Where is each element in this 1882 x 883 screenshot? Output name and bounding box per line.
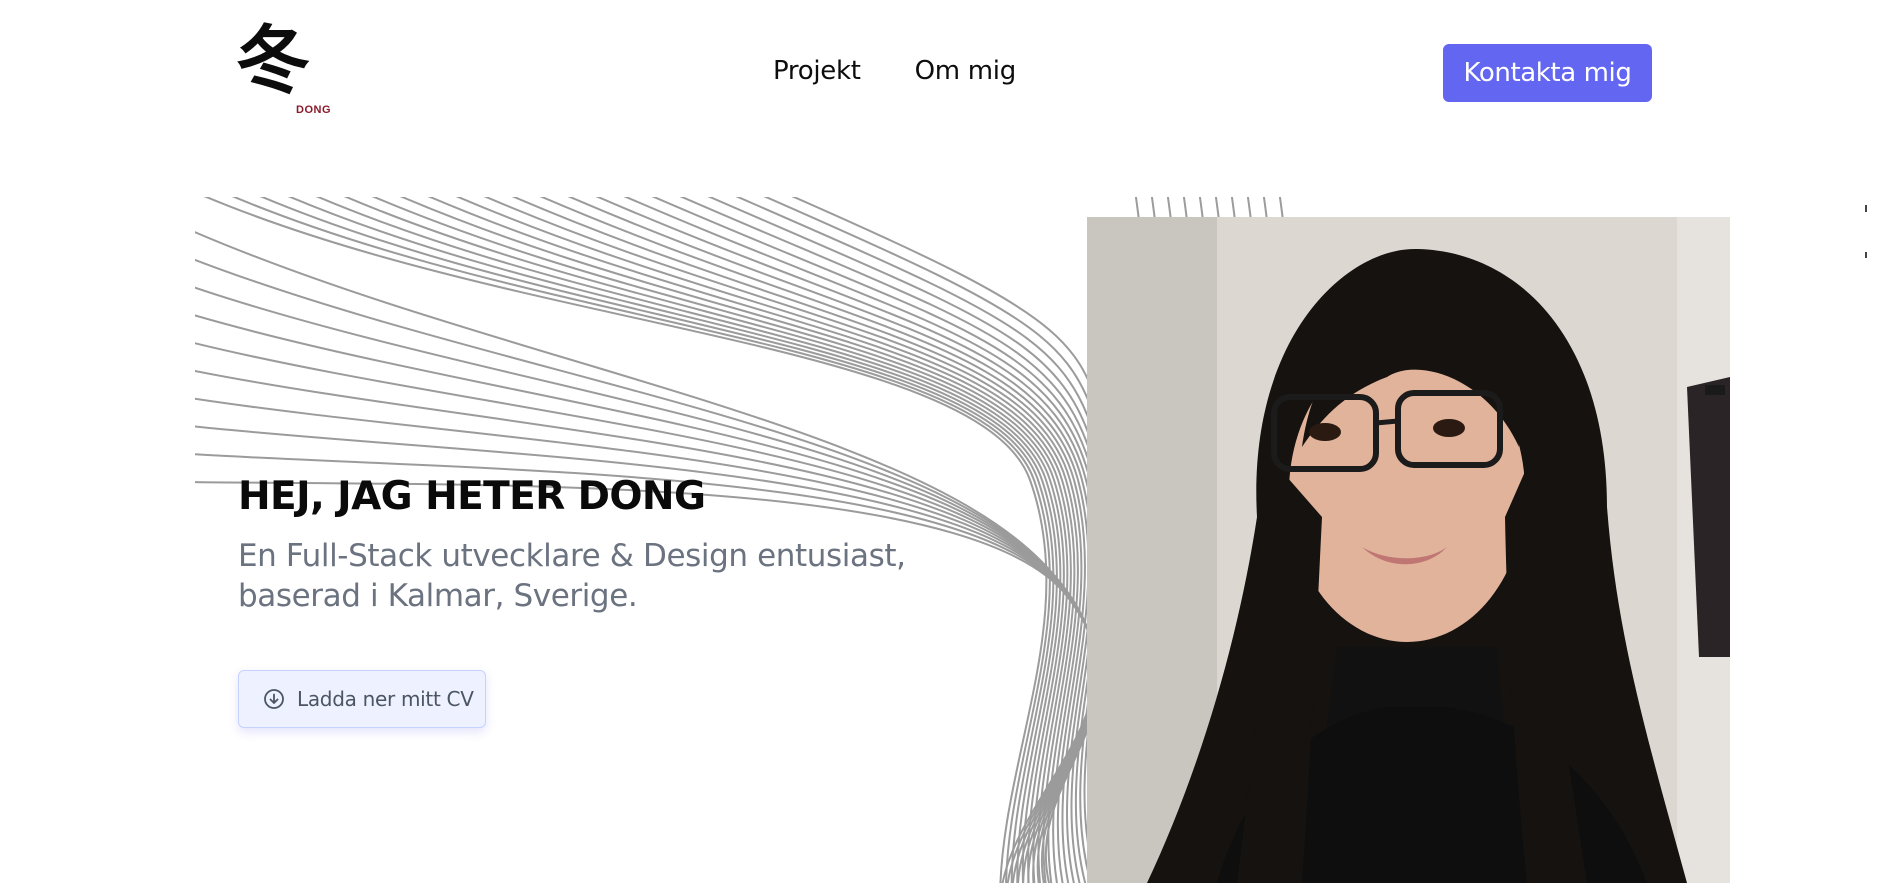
download-cv-label: Ladda ner mitt CV	[297, 687, 474, 711]
wave-line	[1230, 197, 1236, 217]
wave-line	[1214, 197, 1220, 217]
wave-line	[1166, 197, 1172, 217]
site-header: 冬 DONG Projekt Om mig Kontakta mig	[0, 0, 1882, 150]
edge-decoration	[1865, 205, 1867, 258]
nav-link-projekt[interactable]: Projekt	[773, 56, 861, 86]
contact-button[interactable]: Kontakta mig	[1443, 44, 1652, 102]
wave-line	[1182, 197, 1188, 217]
wave-line	[1150, 197, 1156, 217]
logo-glyph: 冬	[236, 18, 310, 104]
hero-subtitle-line-2: baserad i Kalmar, Sverige.	[238, 578, 638, 614]
logo-wordmark: DONG	[296, 104, 331, 116]
main-nav: Projekt Om mig	[773, 56, 1016, 86]
nav-link-om-mig[interactable]: Om mig	[915, 56, 1017, 86]
wave-line	[1262, 197, 1268, 217]
hero-subtitle: En Full-Stack utvecklare & Design entusi…	[238, 536, 938, 616]
wave-line	[195, 397, 1087, 883]
logo[interactable]: 冬 DONG	[236, 24, 334, 122]
wave-line	[1198, 197, 1204, 217]
wave-line	[1134, 197, 1140, 217]
hero-title: HEJ, JAG HETER DONG	[238, 474, 706, 519]
wave-line	[195, 369, 1087, 883]
wave-line	[1278, 197, 1284, 217]
download-cv-button[interactable]: Ladda ner mitt CV	[238, 670, 486, 728]
wave-line	[1246, 197, 1252, 217]
download-circle-icon	[263, 688, 285, 710]
hero-subtitle-line-1: En Full-Stack utvecklare & Design entusi…	[238, 538, 906, 574]
portrait-photo	[1087, 217, 1730, 883]
